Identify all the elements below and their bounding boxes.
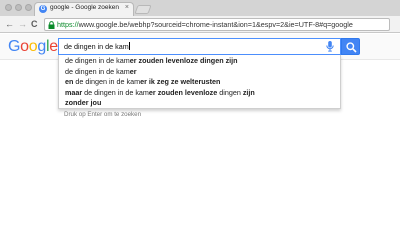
reload-button[interactable]: C	[31, 18, 38, 30]
suggestions-dropdown: de dingen in de kamer zouden levenloze d…	[58, 55, 341, 109]
tab-strip: G google - Google zoeken ×	[0, 0, 400, 16]
search-icon	[346, 42, 357, 53]
search-input-value: de dingen in de kam	[64, 42, 129, 51]
minimize-window-button[interactable]	[15, 4, 22, 11]
tab-close-icon[interactable]: ×	[125, 4, 129, 11]
back-button[interactable]: ←	[5, 18, 14, 30]
suggestion-item[interactable]: zonder jou	[65, 98, 101, 107]
browser-toolbar: ← → C https://www.google.be/webhp?source…	[0, 16, 400, 33]
browser-tab[interactable]: G google - Google zoeken ×	[34, 2, 134, 16]
address-bar[interactable]: https://www.google.be/webhp?sourceid=chr…	[44, 18, 390, 31]
lock-icon	[48, 21, 55, 29]
logo-letter: o	[20, 38, 29, 55]
google-favicon-icon: G	[39, 5, 47, 13]
google-logo[interactable]: Google	[8, 38, 58, 56]
suggestion-item[interactable]: de dingen in de kamer zouden levenloze d…	[65, 56, 238, 65]
text-caret	[128, 42, 130, 50]
enter-hint: Druk op Enter om te zoeken	[64, 111, 142, 118]
zoom-window-button[interactable]	[25, 4, 32, 11]
logo-letter: G	[8, 38, 21, 55]
logo-letter: g	[37, 38, 46, 55]
suggestion-item[interactable]: maar de dingen in de kamer zouden levenl…	[65, 88, 255, 97]
microphone-icon[interactable]	[326, 41, 334, 52]
search-button[interactable]	[341, 38, 360, 55]
tab-title: google - Google zoeken	[50, 4, 120, 11]
new-tab-button[interactable]	[134, 5, 152, 14]
logo-letter: o	[28, 38, 38, 55]
search-input[interactable]: de dingen in de kam	[58, 38, 341, 55]
suggestion-item[interactable]: de dingen in de kamer	[65, 67, 137, 76]
forward-button[interactable]: →	[18, 18, 27, 30]
logo-letter: e	[49, 38, 58, 55]
url-text: https://www.google.be/webhp?sourceid=chr…	[57, 20, 353, 29]
suggestion-item[interactable]: en de dingen in de kamer ik zeg ze welte…	[65, 77, 220, 86]
close-window-button[interactable]	[5, 4, 12, 11]
